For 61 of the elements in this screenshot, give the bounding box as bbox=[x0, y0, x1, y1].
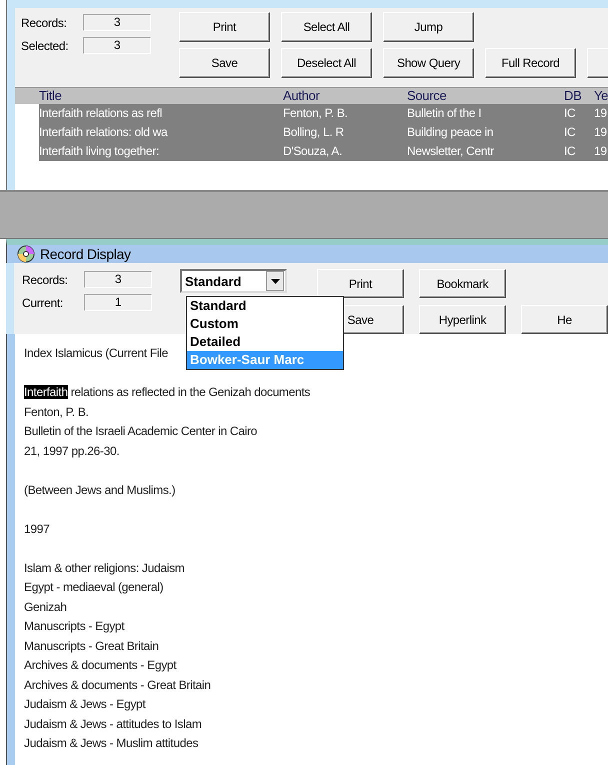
toolbar-button[interactable]: Deselect All bbox=[281, 48, 372, 78]
counter-value: 3 bbox=[84, 271, 152, 288]
column-header[interactable]: Ye bbox=[594, 88, 608, 104]
toolbar-button[interactable]: Hyperlink bbox=[419, 305, 506, 334]
record-line: Genizah bbox=[24, 598, 67, 616]
dropdown-arrow-icon bbox=[270, 278, 280, 284]
record-line: Interfaith relations as reflected in the Genizah documents bbox=[24, 384, 310, 401]
record-line: Fenton, P. B. bbox=[24, 404, 89, 420]
window-title: Record Display bbox=[40, 246, 131, 262]
record-line: Judaism & Jews - Muslim attitudes bbox=[24, 735, 198, 752]
record-line: Islam & other religions: Judaism bbox=[24, 560, 184, 576]
record-line: Bulletin of the Israeli Academic Center in Cairo bbox=[24, 423, 258, 440]
table-cell[interactable]: Interfaith living together: bbox=[39, 142, 283, 161]
disc-icon bbox=[17, 245, 35, 263]
counter-value: 1 bbox=[84, 294, 152, 311]
record-line: Archives & documents - Egypt bbox=[24, 657, 176, 674]
counter-value: 3 bbox=[83, 37, 151, 54]
toolbar-button[interactable]: He bbox=[521, 305, 608, 334]
counter-label: Current: bbox=[22, 296, 63, 310]
table-cell[interactable]: Building peace in bbox=[407, 123, 564, 142]
record-line: Judaism & Jews - attitudes to Islam bbox=[24, 716, 202, 732]
counter-label: Selected: bbox=[21, 38, 68, 52]
toolbar-button[interactable]: Print bbox=[317, 269, 404, 298]
table-cell[interactable]: D'Souza, A. bbox=[283, 142, 407, 161]
table-cell[interactable]: IC bbox=[564, 123, 594, 142]
dropdown-option[interactable]: Detailed bbox=[187, 333, 343, 351]
counter-value: 3 bbox=[83, 14, 151, 31]
record-line: Manuscripts - Great Britain bbox=[24, 638, 159, 654]
table-cell[interactable]: IC bbox=[564, 142, 594, 161]
table-cell[interactable]: Interfaith relations as refl bbox=[39, 104, 283, 123]
source-line: Index Islamicus (Current File bbox=[24, 345, 168, 362]
counter-label: Records: bbox=[21, 16, 67, 30]
table-cell[interactable]: Bulletin of the I bbox=[407, 104, 564, 123]
record-line: 1997 bbox=[24, 520, 50, 538]
record-line: Egypt - mediaeval (general) bbox=[24, 579, 164, 596]
record-line: (Between Jews and Muslims.) bbox=[24, 482, 176, 498]
column-header[interactable]: DB bbox=[564, 88, 594, 104]
column-header[interactable]: Author bbox=[283, 88, 407, 104]
table-cell[interactable]: Fenton, P. B. bbox=[283, 104, 407, 123]
table-cell[interactable]: 19 bbox=[594, 142, 608, 161]
record-line: 21, 1997 pp.26-30. bbox=[24, 442, 120, 460]
record-line: Judaism & Jews - Egypt bbox=[24, 696, 146, 713]
toolbar-button[interactable]: Show Query bbox=[383, 48, 474, 78]
column-header[interactable]: Source bbox=[407, 88, 564, 104]
toolbar-button[interactable]: Bookmark bbox=[419, 269, 506, 298]
table-cell[interactable]: IC bbox=[564, 104, 594, 123]
table-cell[interactable]: Newsletter, Centr bbox=[407, 142, 564, 161]
toolbar-button[interactable]: Save bbox=[179, 48, 270, 78]
table-cell[interactable]: 19 bbox=[594, 104, 608, 123]
counter-label: Records: bbox=[22, 272, 68, 286]
table-cell[interactable]: 19 bbox=[594, 123, 608, 142]
format-dropdown[interactable]: Standard bbox=[180, 269, 287, 293]
table-cell[interactable]: Interfaith relations: old wa bbox=[39, 123, 283, 142]
table-cell[interactable]: Bolling, L. R bbox=[283, 123, 407, 142]
record-line: Archives & documents - Great Britain bbox=[24, 676, 211, 694]
toolbar-button[interactable]: Print bbox=[179, 12, 270, 42]
toolbar-button[interactable]: Select All bbox=[281, 12, 372, 42]
toolbar-button[interactable]: Jump bbox=[383, 12, 474, 42]
record-line: Manuscripts - Egypt bbox=[24, 618, 124, 635]
column-header[interactable]: Title bbox=[39, 88, 283, 104]
toolbar-button[interactable]: Full Record bbox=[485, 48, 576, 78]
